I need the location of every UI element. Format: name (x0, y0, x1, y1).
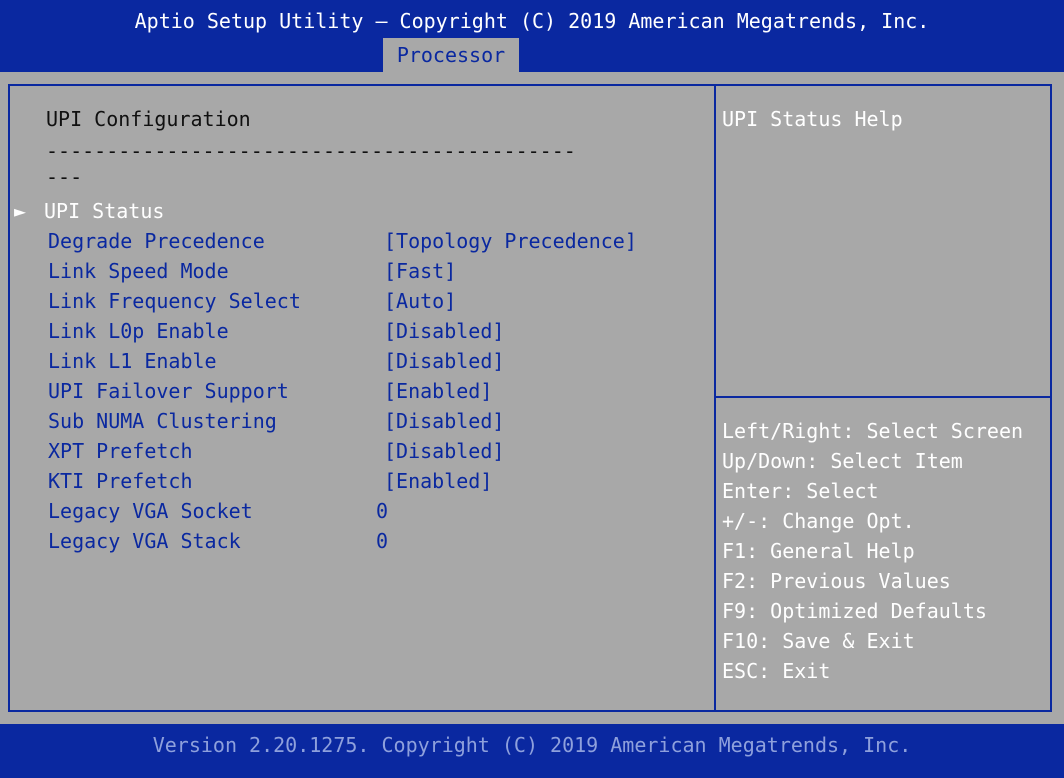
help-key-f9: F9: Optimized Defaults (722, 599, 987, 623)
submenu-arrow-icon: ► (14, 199, 27, 223)
help-key-esc: ESC: Exit (722, 659, 831, 683)
setting-label: Link Frequency Select (48, 289, 301, 313)
setting-sub-numa-clustering[interactable]: Sub NUMA Clustering [Disabled] (48, 406, 708, 436)
setting-link-l1-enable[interactable]: Link L1 Enable [Disabled] (48, 346, 708, 376)
tab-processor[interactable]: Processor (383, 38, 519, 72)
info-label: Legacy VGA Stack (48, 529, 241, 553)
setting-xpt-prefetch[interactable]: XPT Prefetch [Disabled] (48, 436, 708, 466)
version-text: Version 2.20.1275. Copyright (C) 2019 Am… (152, 733, 912, 757)
app-title: Aptio Setup Utility – Copyright (C) 2019… (134, 9, 930, 33)
info-legacy-vga-socket: Legacy VGA Socket 0 (48, 496, 708, 526)
setting-value: [Disabled] (384, 439, 505, 463)
setting-label: Link L1 Enable (48, 349, 217, 373)
help-key-f1: F1: General Help (722, 539, 915, 563)
setting-kti-prefetch[interactable]: KTI Prefetch [Enabled] (48, 466, 708, 496)
footer-bar: Version 2.20.1275. Copyright (C) 2019 Am… (0, 724, 1064, 778)
menu-item-upi-status[interactable]: ► UPI Status (14, 196, 704, 226)
help-key-change-opt: +/-: Change Opt. (722, 509, 915, 533)
setting-link-l0p-enable[interactable]: Link L0p Enable [Disabled] (48, 316, 708, 346)
info-label: Legacy VGA Socket (48, 499, 253, 523)
info-legacy-vga-stack: Legacy VGA Stack 0 (48, 526, 708, 556)
setting-value: [Topology Precedence] (384, 229, 637, 253)
setting-value: [Fast] (384, 259, 457, 283)
setting-link-speed-mode[interactable]: Link Speed Mode [Fast] (48, 256, 708, 286)
section-title: UPI Configuration (46, 107, 251, 131)
setting-label: Link L0p Enable (48, 319, 229, 343)
help-description: UPI Status Help (722, 107, 903, 131)
info-value: 0 (376, 529, 389, 553)
info-value: 0 (376, 499, 389, 523)
panel-divider (714, 86, 716, 710)
setting-label: Link Speed Mode (48, 259, 229, 283)
setting-label: XPT Prefetch (48, 439, 193, 463)
setting-value: [Disabled] (384, 349, 505, 373)
setting-label: Degrade Precedence (48, 229, 265, 253)
help-key-up-down: Up/Down: Select Item (722, 449, 963, 473)
help-key-enter: Enter: Select (722, 479, 879, 503)
menu-item-label: UPI Status (44, 199, 165, 223)
setting-upi-failover-support[interactable]: UPI Failover Support [Enabled] (48, 376, 708, 406)
setting-value: [Enabled] (384, 469, 493, 493)
setting-value: [Enabled] (384, 379, 493, 403)
setting-label: KTI Prefetch (48, 469, 193, 493)
setting-value: [Disabled] (384, 319, 505, 343)
separator-line-continued: --- (46, 165, 83, 189)
help-key-left-right: Left/Right: Select Screen (722, 419, 1024, 443)
help-key-f2: F2: Previous Values (722, 569, 951, 593)
setting-link-frequency-select[interactable]: Link Frequency Select [Auto] (48, 286, 708, 316)
help-divider (716, 396, 1050, 398)
setting-label: UPI Failover Support (48, 379, 289, 403)
setting-value: [Disabled] (384, 409, 505, 433)
setting-label: Sub NUMA Clustering (48, 409, 277, 433)
setting-value: [Auto] (384, 289, 457, 313)
main-panel: UPI Configuration ----------------------… (8, 84, 1052, 712)
setting-degrade-precedence[interactable]: Degrade Precedence [Topology Precedence] (48, 226, 708, 256)
header-bar: Aptio Setup Utility – Copyright (C) 2019… (0, 0, 1064, 72)
separator-line: ----------------------------------------… (46, 139, 576, 163)
help-key-f10: F10: Save & Exit (722, 629, 915, 653)
